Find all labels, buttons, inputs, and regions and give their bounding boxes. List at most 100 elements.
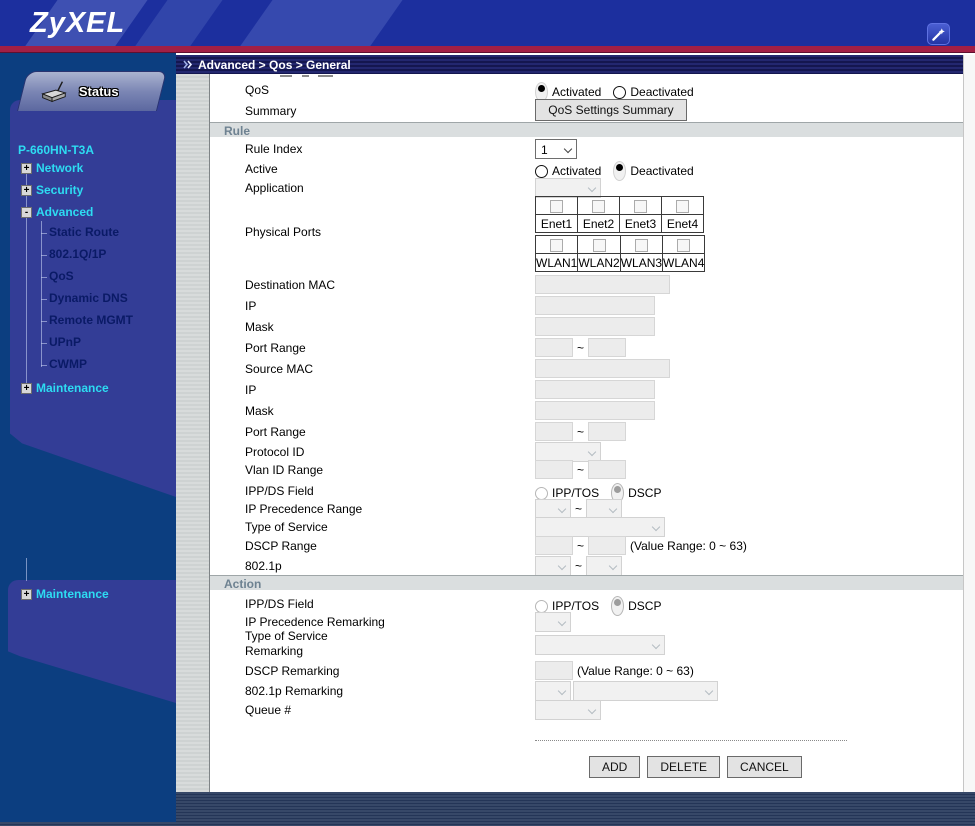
- ip-precedence-range-row: IP Precedence Range ~: [210, 499, 963, 519]
- active-deactivated-label: Deactivated: [630, 164, 693, 178]
- rule-index-select[interactable]: 1: [535, 139, 577, 159]
- ipp-ds-field-label: IPP/DS Field: [245, 484, 314, 498]
- ip-precedence-remarking-label: IP Precedence Remarking: [245, 615, 385, 629]
- tree-tick: [41, 277, 47, 278]
- ipp-ds-field-row: IPP/DS Field IPP/TOS DSCP: [210, 481, 963, 501]
- wlan2-checkbox: [593, 239, 606, 252]
- tree-tick: [41, 255, 47, 256]
- wlan1-checkbox-cell[interactable]: [536, 236, 578, 254]
- sidebar-item-qos[interactable]: QoS: [0, 269, 176, 285]
- sidebar-item-upnp[interactable]: UPnP: [0, 335, 176, 351]
- tree-tick: [41, 299, 47, 300]
- vlan-start-input[interactable]: [535, 460, 573, 479]
- dest-mask-row: Mask: [210, 317, 963, 337]
- queue-label: Queue #: [245, 703, 291, 717]
- sidebar-item-advanced[interactable]: - Advanced: [0, 204, 176, 220]
- sidebar-item-security[interactable]: + Security: [0, 182, 176, 198]
- dscp-remarking-note: (Value Range: 0 ~ 63): [577, 664, 694, 678]
- type-of-service-label: Type of Service: [245, 520, 328, 534]
- chevron-down-icon: [609, 562, 617, 570]
- dest-port-range-row: Port Range ~: [210, 338, 963, 358]
- enet3-checkbox-cell[interactable]: [620, 197, 662, 215]
- dot1p-start-select[interactable]: [535, 556, 571, 576]
- vlan-end-input[interactable]: [588, 460, 626, 479]
- breadcrumb-path: Advanced > Qos > General: [198, 58, 351, 72]
- action-ipp-tos-label: IPP/TOS: [552, 599, 599, 613]
- status-tab[interactable]: Status: [17, 71, 167, 111]
- active-activated-radio[interactable]: [535, 165, 548, 178]
- wlan4-checkbox-cell[interactable]: [663, 236, 705, 254]
- add-button[interactable]: ADD: [589, 756, 640, 778]
- dscp-end-input[interactable]: [588, 536, 626, 555]
- enet1-label: Enet1: [536, 215, 578, 233]
- dest-port-end-input[interactable]: [588, 338, 626, 357]
- sidebar-item-network[interactable]: + Network: [0, 160, 176, 176]
- enet4-checkbox-cell[interactable]: [662, 197, 704, 215]
- wlan1-label: WLAN1: [536, 254, 578, 272]
- dscp-remarking-input[interactable]: [535, 661, 573, 680]
- ipp-tos-radio[interactable]: [535, 487, 548, 500]
- ip-prec-end-select[interactable]: [586, 499, 622, 519]
- application-select[interactable]: [535, 178, 601, 198]
- sidebar-item-maintenance[interactable]: + Maintenance: [0, 380, 176, 396]
- enet-ports-table: Enet1 Enet2 Enet3 Enet4: [535, 196, 704, 233]
- tos-remarking-select[interactable]: [535, 635, 665, 655]
- qos-deactivated-label: Deactivated: [630, 85, 693, 99]
- src-port-range-label: Port Range: [245, 425, 306, 439]
- ip-precedence-range-label: IP Precedence Range: [245, 502, 362, 516]
- expand-icon[interactable]: +: [21, 163, 32, 174]
- wizard-button[interactable]: [927, 23, 950, 45]
- red-accent-stripe: [0, 46, 975, 53]
- enet2-checkbox-cell[interactable]: [578, 197, 620, 215]
- chevron-down-icon: [558, 562, 566, 570]
- chevron-down-icon: [705, 687, 713, 695]
- src-port-start-input[interactable]: [535, 422, 573, 441]
- sidebar-item-cwmp[interactable]: CWMP: [0, 357, 176, 373]
- dot1p-remarking-value-select[interactable]: [573, 681, 718, 701]
- qos-settings-summary-button[interactable]: QoS Settings Summary: [535, 99, 687, 121]
- qos-deactivated-radio[interactable]: [613, 86, 626, 99]
- queue-row: Queue #: [210, 700, 963, 720]
- qos-label: QoS: [245, 83, 269, 97]
- queue-select[interactable]: [535, 700, 601, 720]
- src-mask-input[interactable]: [535, 401, 655, 420]
- chevron-down-icon: [564, 145, 572, 153]
- zyxel-logo: ZyXEL: [30, 7, 125, 40]
- source-mac-input[interactable]: [535, 359, 670, 378]
- ip-prec-start-select[interactable]: [535, 499, 571, 519]
- dscp-remarking-label: DSCP Remarking: [245, 664, 339, 678]
- sidebar-item-static-route[interactable]: Static Route: [0, 225, 176, 241]
- destination-mac-input[interactable]: [535, 275, 670, 294]
- chevron-down-icon: [558, 618, 566, 626]
- action-ipp-tos-radio[interactable]: [535, 600, 548, 613]
- sidebar-item-dynamic-dns[interactable]: Dynamic DNS: [0, 291, 176, 307]
- sidebar-item-maintenance-lower[interactable]: + Maintenance: [0, 586, 176, 602]
- src-ip-input[interactable]: [535, 380, 655, 399]
- dscp-start-input[interactable]: [535, 536, 573, 555]
- src-port-end-input[interactable]: [588, 422, 626, 441]
- protocol-id-select[interactable]: [535, 442, 601, 462]
- action-dscp-label: DSCP: [628, 599, 661, 613]
- tree-line: [26, 558, 27, 581]
- wlan2-checkbox-cell[interactable]: [578, 236, 620, 254]
- dot1p-end-select[interactable]: [586, 556, 622, 576]
- chevron-down-icon: [558, 687, 566, 695]
- dest-port-start-input[interactable]: [535, 338, 573, 357]
- dot1p-remarking-select[interactable]: [535, 681, 571, 701]
- dest-ip-input[interactable]: [535, 296, 655, 315]
- expand-icon[interactable]: +: [21, 383, 32, 394]
- type-of-service-select[interactable]: [535, 517, 665, 537]
- enet1-checkbox-cell[interactable]: [536, 197, 578, 215]
- dest-mask-input[interactable]: [535, 317, 655, 336]
- expand-icon[interactable]: +: [21, 589, 32, 600]
- summary-row: Summary QoS Settings Summary: [210, 98, 963, 122]
- chevron-down-icon: [609, 505, 617, 513]
- collapse-icon[interactable]: -: [21, 207, 32, 218]
- sidebar-item-8021q1p[interactable]: 802.1Q/1P: [0, 247, 176, 263]
- sidebar-item-remote-mgmt[interactable]: Remote MGMT: [0, 313, 176, 329]
- cancel-button[interactable]: CANCEL: [727, 756, 802, 778]
- chevron-down-icon: [588, 184, 596, 192]
- delete-button[interactable]: DELETE: [647, 756, 720, 778]
- expand-icon[interactable]: +: [21, 185, 32, 196]
- wlan3-checkbox-cell[interactable]: [620, 236, 662, 254]
